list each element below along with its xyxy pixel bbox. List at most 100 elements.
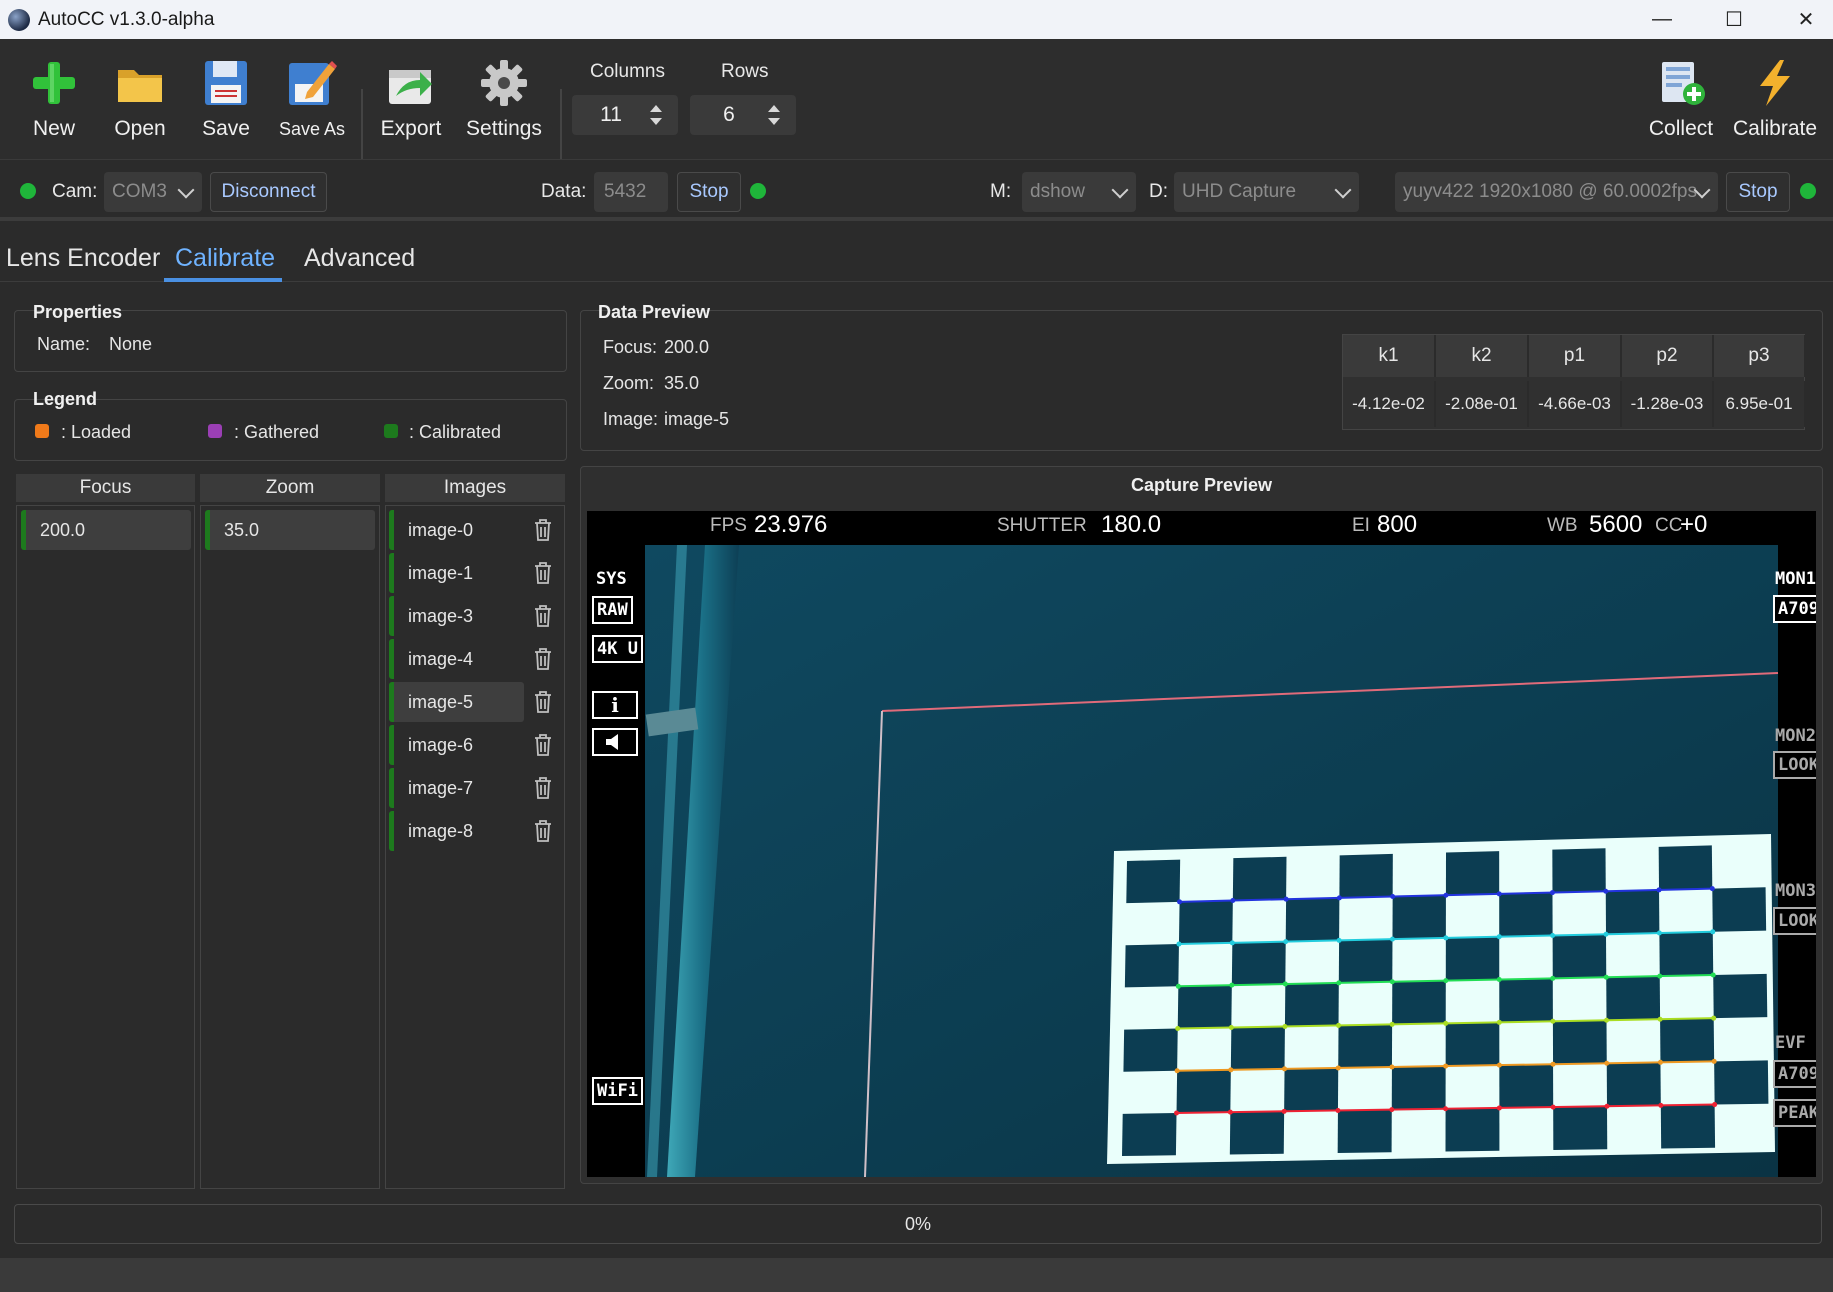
new-button[interactable]: New (14, 57, 94, 157)
columns-spinbox[interactable]: 11 (572, 95, 678, 135)
trash-icon[interactable] (533, 733, 553, 757)
calibrated-label: : Calibrated (409, 422, 502, 442)
coef-value: -2.08e-01 (1436, 381, 1529, 427)
trash-icon[interactable] (533, 819, 553, 843)
app-icon (8, 8, 30, 31)
save-label: Save (202, 117, 250, 140)
device-select[interactable]: UHD Capture (1174, 172, 1359, 212)
look-badge: LOOK (1773, 751, 1816, 779)
save-as-button[interactable]: Save As (272, 57, 352, 157)
speaker-icon (592, 728, 638, 756)
list-item[interactable]: 200.0 (21, 510, 191, 550)
rows-value: 6 (723, 103, 735, 126)
collect-button[interactable]: Collect (1641, 57, 1721, 157)
image-label: Image: (603, 409, 659, 429)
a709-badge: A709 (1773, 595, 1816, 623)
lightning-icon (1749, 57, 1801, 109)
columns-value: 11 (600, 103, 622, 126)
image-value: image-5 (664, 409, 730, 429)
cam-port-select[interactable]: COM3 (104, 172, 202, 212)
loaded-swatch (35, 424, 49, 438)
cam-port-value: COM3 (112, 181, 167, 202)
close-button[interactable]: ✕ (1770, 0, 1833, 39)
list-item[interactable]: image-4 (389, 639, 524, 679)
calibrate-label: Calibrate (1732, 117, 1818, 140)
list-item[interactable]: image-5 (389, 682, 524, 722)
folder-icon (114, 57, 166, 109)
backend-select[interactable]: dshow (1022, 172, 1136, 212)
wifi-badge: WiFi (592, 1077, 643, 1105)
toolbar: New Open Save Save As Export Settings Co… (0, 39, 1833, 187)
focus-list[interactable]: 200.0 (16, 505, 195, 1189)
cam-label: Cam: (52, 181, 98, 202)
progress-bar: 0% (14, 1204, 1822, 1244)
ei-value: 800 (1377, 511, 1418, 538)
disconnect-button[interactable]: Disconnect (210, 172, 327, 212)
gear-icon (478, 57, 530, 109)
tab-advanced[interactable]: Advanced (304, 244, 415, 273)
video-stop-button[interactable]: Stop (1726, 172, 1790, 212)
format-select[interactable]: yuyv422 1920x1080 @ 60.0002fps (1395, 172, 1718, 212)
save-button[interactable]: Save (186, 57, 266, 157)
fps-value: 23.976 (754, 511, 828, 538)
rows-spinbox[interactable]: 6 (690, 95, 796, 135)
spin-arrows-icon[interactable] (768, 105, 780, 125)
calibrated-swatch (384, 424, 398, 438)
trash-icon[interactable] (533, 518, 553, 542)
data-port-field[interactable]: 5432 (594, 172, 668, 212)
minimize-button[interactable]: — (1626, 0, 1698, 39)
columns-label: Columns (590, 61, 665, 82)
rows-label: Rows (721, 61, 769, 82)
mon3-label: MON3 (1775, 881, 1816, 901)
list-item[interactable]: image-7 (389, 768, 524, 808)
tab-lens-encoder[interactable]: Lens Encoder (6, 244, 160, 273)
floppy-pencil-icon (286, 57, 338, 109)
tab-calibrate[interactable]: Calibrate (175, 244, 275, 273)
sys-label: SYS (596, 569, 627, 589)
data-stop-button[interactable]: Stop (677, 172, 741, 212)
d-label: D: (1149, 181, 1168, 202)
zoom-label: Zoom: (603, 373, 655, 393)
capture-preview-group: Capture Preview FPS 23.976 SHUTTER 180.0… (580, 466, 1823, 1184)
images-list[interactable]: image-0 image-1 image-3 image-4 image-5 … (385, 505, 565, 1189)
save-as-label: Save As (278, 119, 346, 139)
tab-bar: Lens Encoder Calibrate Advanced (0, 226, 1833, 282)
look-badge: LOOK (1773, 907, 1816, 935)
calibrate-button[interactable]: Calibrate (1732, 57, 1818, 157)
coef-header: k2 (1436, 335, 1529, 377)
shutter-value: 180.0 (1101, 511, 1162, 538)
data-status-indicator (750, 183, 766, 199)
camera-feed-icon (587, 511, 1816, 1177)
trash-icon[interactable] (533, 776, 553, 800)
mon2-label: MON2 (1775, 726, 1816, 746)
chevron-down-icon (177, 181, 195, 199)
status-bar (0, 1258, 1833, 1292)
settings-button[interactable]: Settings (464, 57, 544, 157)
list-item[interactable]: image-6 (389, 725, 524, 765)
export-button[interactable]: Export (371, 57, 451, 157)
capture-preview-image: FPS 23.976 SHUTTER 180.0 EI 800 WB 5600 … (587, 511, 1816, 1177)
trash-icon[interactable] (533, 647, 553, 671)
a709-badge: A709 (1773, 1060, 1816, 1088)
trash-icon[interactable] (533, 604, 553, 628)
list-item[interactable]: image-0 (389, 510, 524, 550)
spin-arrows-icon[interactable] (650, 105, 662, 125)
list-item[interactable]: image-3 (389, 596, 524, 636)
coef-value: 6.95e-01 (1714, 381, 1806, 427)
trash-icon[interactable] (533, 561, 553, 585)
data-preview-title: Data Preview (598, 302, 711, 322)
coef-value: -4.12e-02 (1343, 381, 1436, 427)
trash-icon[interactable] (533, 690, 553, 714)
name-value: None (109, 334, 153, 354)
list-item[interactable]: 35.0 (205, 510, 375, 550)
list-item[interactable]: image-1 (389, 553, 524, 593)
device-value: UHD Capture (1182, 181, 1297, 202)
maximize-button[interactable]: ☐ (1698, 0, 1770, 39)
list-item[interactable]: image-8 (389, 811, 524, 851)
open-button[interactable]: Open (100, 57, 180, 157)
m-label: M: (990, 181, 1012, 202)
mon1-label: MON1 (1775, 569, 1816, 589)
zoom-list[interactable]: 35.0 (200, 505, 380, 1189)
evf-label: EVF (1775, 1033, 1806, 1053)
coef-value: -4.66e-03 (1529, 381, 1622, 427)
